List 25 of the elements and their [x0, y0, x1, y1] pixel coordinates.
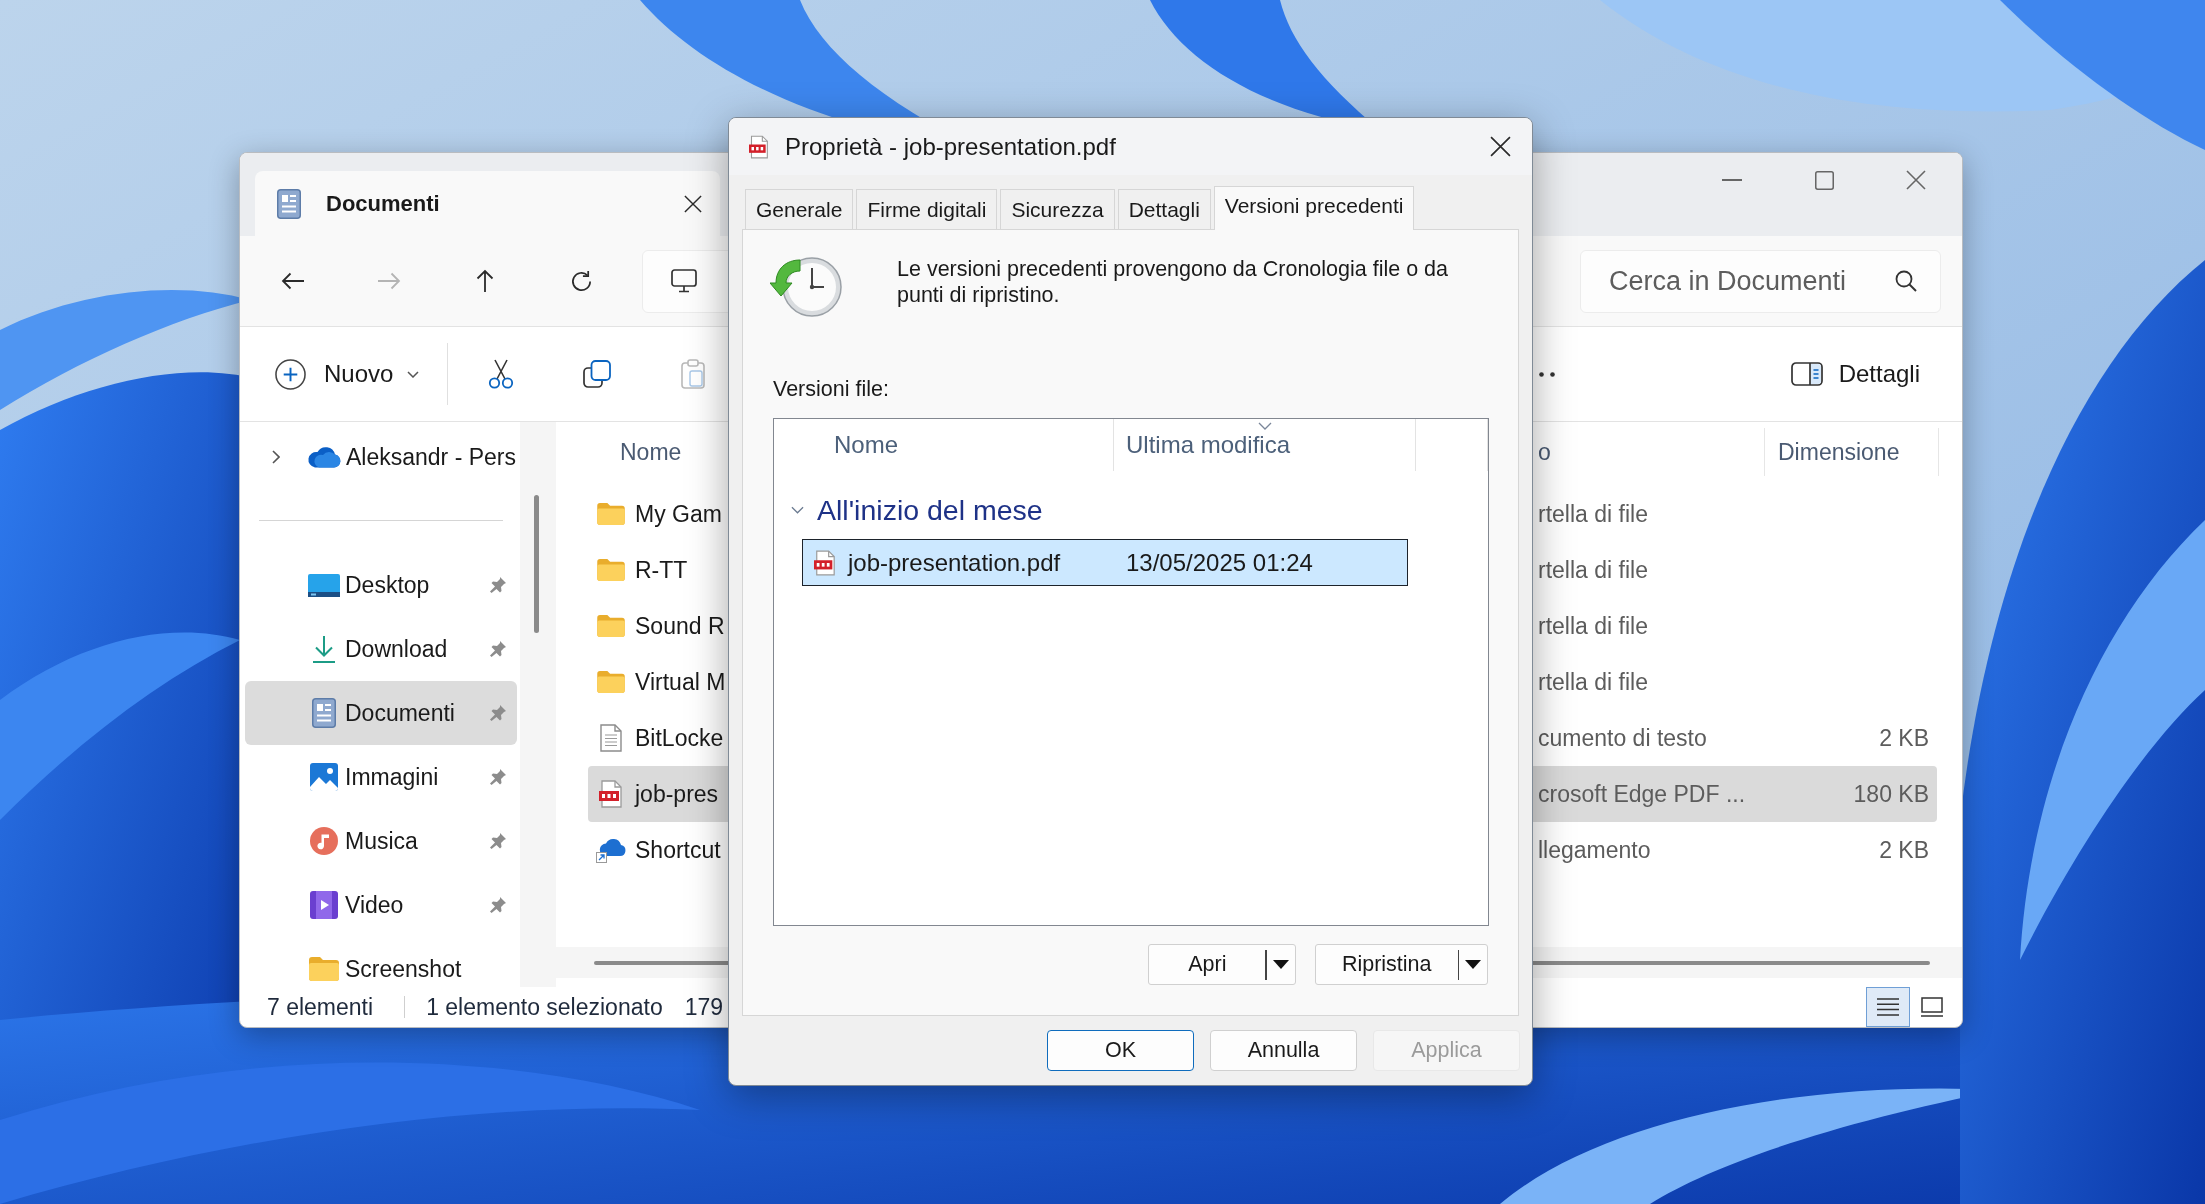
- file-name: Virtual M: [635, 668, 726, 696]
- file-name: R-TT: [635, 556, 688, 584]
- file-name: BitLocke: [635, 724, 724, 752]
- list-label: Versioni file:: [773, 376, 889, 402]
- file-type: crosoft Edge PDF ...: [1538, 780, 1747, 808]
- info-text: Le versioni precedenti provengono da Cronologia file o da punti di ripristino.: [897, 256, 1449, 309]
- file-type: llegamento: [1538, 836, 1652, 864]
- modified-date: 13/05/2025 01:24: [1126, 548, 1313, 577]
- item-count: 7 elementi: [267, 993, 374, 1021]
- selection-size: 179: [684, 993, 724, 1021]
- file-type: rtella di file: [1538, 556, 1649, 584]
- file-type: rtella di file: [1538, 500, 1649, 528]
- file-size: 2 KB: [1879, 724, 1929, 752]
- file-type: rtella di file: [1538, 668, 1649, 696]
- file-type: cumento di testo: [1538, 724, 1708, 752]
- file-size: 2 KB: [1879, 836, 1929, 864]
- file-name: job-pres: [635, 780, 719, 808]
- window-title: Proprietà - job-presentation.pdf: [785, 132, 1116, 161]
- file-size: 180 KB: [1853, 780, 1929, 808]
- file-type: rtella di file: [1538, 612, 1649, 640]
- file-name: Sound R: [635, 612, 725, 640]
- selection-info: 1 elemento selezionato: [426, 993, 663, 1021]
- file-name: job-presentation.pdf: [848, 548, 1062, 577]
- file-name: Shortcut: [635, 836, 721, 864]
- file-name: My Gam: [635, 500, 722, 528]
